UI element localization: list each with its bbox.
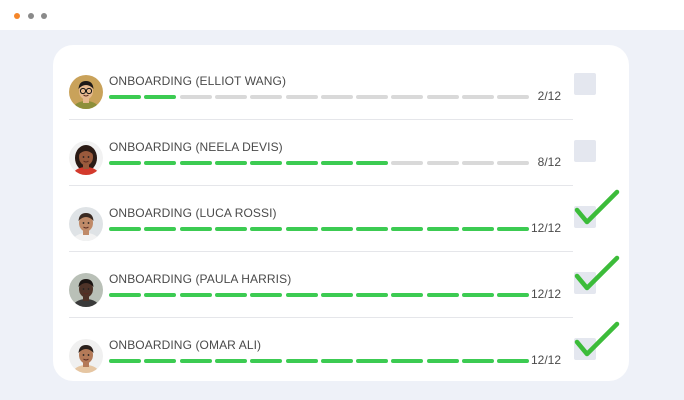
task-title: ONBOARDING (PAULA HARRIS) [109, 272, 292, 286]
progress-segment-complete [462, 227, 494, 231]
window-close-dot[interactable] [14, 13, 20, 19]
progress-bar [109, 293, 530, 297]
progress-segment-complete [356, 359, 389, 363]
task-complete-checkbox[interactable] [574, 140, 596, 162]
progress-segment-complete [497, 293, 530, 297]
task-title: ONBOARDING (ELLIOT WANG) [109, 74, 287, 88]
task-title: ONBOARDING (NEELA DEVIS) [109, 140, 283, 154]
progress-segment-complete [285, 227, 318, 231]
progress-segment-pending [356, 95, 389, 99]
progress-segment-complete [285, 359, 318, 363]
progress-segment-complete [285, 161, 318, 165]
progress-segment-complete [250, 227, 283, 231]
progress-segment-complete [497, 227, 530, 231]
progress-segment-complete [109, 161, 141, 165]
task-complete-checkbox[interactable] [574, 73, 596, 95]
progress-segment-complete [320, 161, 353, 165]
progress-segment-pending [285, 95, 318, 99]
progress-segment-complete [320, 227, 353, 231]
progress-segment-pending [250, 95, 283, 99]
progress-bar [109, 227, 530, 231]
progress-segment-pending [320, 95, 353, 99]
task-row[interactable]: ONBOARDING (PAULA HARRIS) 12/12 [69, 252, 573, 318]
progress-segment-complete [109, 293, 141, 297]
progress-segment-complete [250, 359, 283, 363]
progress-segment-complete [462, 359, 494, 363]
progress-count: 8/12 [537, 155, 561, 169]
progress-count: 12/12 [530, 221, 561, 235]
person-avatar-elliot [69, 75, 103, 109]
window-titlebar [0, 0, 684, 30]
progress-segment-pending [214, 95, 247, 99]
task-title: ONBOARDING (LUCA ROSSI) [109, 206, 277, 220]
progress-segment-complete [391, 359, 424, 363]
checkmark-icon [573, 188, 621, 228]
progress-segment-pending [391, 95, 424, 99]
progress-segment-complete [462, 293, 494, 297]
progress-segment-pending [179, 95, 212, 99]
progress-segment-complete [356, 227, 389, 231]
progress-segment-complete [285, 293, 318, 297]
progress-segment-complete [109, 227, 141, 231]
progress-segment-complete [320, 293, 353, 297]
progress-segment-complete [391, 227, 424, 231]
progress-segment-pending [497, 161, 530, 165]
task-row[interactable]: ONBOARDING (OMAR ALI) 12/12 [69, 318, 573, 384]
task-list-card: ONBOARDING (ELLIOT WANG) 2/12 ONBOARDING (… [53, 45, 629, 381]
progress-segment-pending [426, 95, 459, 99]
progress-segment-complete [426, 293, 459, 297]
progress-segment-complete [214, 293, 247, 297]
progress-segment-complete [179, 161, 212, 165]
progress-segment-complete [144, 227, 177, 231]
progress-segment-complete [426, 359, 459, 363]
task-row[interactable]: ONBOARDING (ELLIOT WANG) 2/12 [69, 54, 573, 120]
progress-segment-complete [144, 95, 177, 99]
progress-segment-complete [179, 293, 212, 297]
window-minimize-dot[interactable] [28, 13, 34, 19]
person-avatar-neela [69, 141, 103, 175]
progress-segment-complete [109, 359, 141, 363]
progress-segment-complete [179, 359, 212, 363]
task-row[interactable]: ONBOARDING (LUCA ROSSI) 12/12 [69, 186, 573, 252]
progress-segment-complete [391, 293, 424, 297]
progress-segment-complete [426, 227, 459, 231]
progress-segment-pending [391, 161, 424, 165]
progress-segment-pending [462, 95, 494, 99]
progress-segment-complete [250, 293, 283, 297]
progress-bar [109, 95, 530, 99]
person-avatar-paula [69, 273, 103, 307]
task-row[interactable]: ONBOARDING (NEELA DEVIS) 8/12 [69, 120, 573, 186]
progress-segment-complete [250, 161, 283, 165]
task-title: ONBOARDING (OMAR ALI) [109, 338, 262, 352]
progress-segment-pending [426, 161, 459, 165]
progress-bar [109, 359, 530, 363]
progress-segment-complete [109, 95, 141, 99]
progress-segment-complete [320, 359, 353, 363]
checkmark-icon [573, 254, 621, 294]
progress-segment-complete [144, 161, 177, 165]
progress-segment-complete [356, 161, 389, 165]
progress-count: 12/12 [530, 287, 561, 301]
progress-segment-complete [214, 359, 247, 363]
progress-segment-pending [462, 161, 494, 165]
progress-segment-complete [179, 227, 212, 231]
person-avatar-luca [69, 207, 103, 241]
progress-bar [109, 161, 530, 165]
progress-segment-complete [356, 293, 389, 297]
progress-segment-complete [214, 227, 247, 231]
progress-segment-complete [144, 293, 177, 297]
progress-segment-complete [144, 359, 177, 363]
progress-segment-pending [497, 95, 530, 99]
progress-count: 12/12 [530, 353, 561, 367]
progress-segment-complete [497, 359, 530, 363]
window-maximize-dot[interactable] [41, 13, 47, 19]
checkmark-icon [573, 320, 621, 360]
progress-count: 2/12 [537, 89, 561, 103]
person-avatar-omar [69, 339, 103, 373]
progress-segment-complete [214, 161, 247, 165]
